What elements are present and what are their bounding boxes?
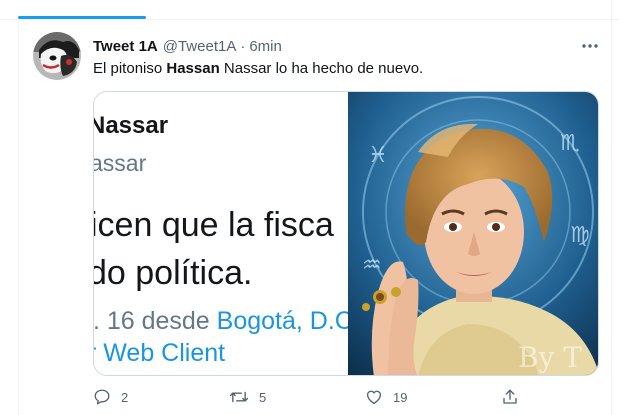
- tweet-text-start: El pitoniso: [93, 60, 167, 77]
- embedded-tweet-screenshot: Nassar assar icen que la fisca do políti…: [94, 92, 348, 375]
- svg-text:♓: ♓: [368, 143, 388, 168]
- author-handle[interactable]: @Tweet1A: [163, 38, 237, 55]
- media-image[interactable]: Nassar assar icen que la fisca do políti…: [93, 91, 599, 376]
- embedded-text-line-1: icen que la fisca: [94, 206, 334, 244]
- svg-text:♏: ♏: [560, 131, 580, 156]
- more-button[interactable]: [577, 36, 603, 56]
- embedded-location-link: Bogotá, D.C: [216, 307, 348, 335]
- reply-button[interactable]: 2: [93, 386, 128, 408]
- svg-text:♒: ♒: [362, 253, 382, 278]
- embedded-meta-prefix: r. 16 desde: [94, 307, 217, 335]
- share-button[interactable]: [501, 386, 519, 408]
- tweet-card[interactable]: Tweet 1A @Tweet1A · 6min El pitoniso Has…: [18, 20, 612, 415]
- reply-count: 2: [121, 389, 129, 405]
- watermark: By T: [518, 341, 582, 374]
- embedded-client: r Web Client: [94, 339, 226, 367]
- embedded-handle: assar: [94, 150, 147, 176]
- tweet-time[interactable]: 6min: [249, 38, 282, 55]
- embedded-name: Nassar: [94, 112, 169, 139]
- action-bar: 2 5 19: [93, 386, 599, 408]
- portrait-illustration: ♓ ♏ ♍ ♒ By T: [348, 92, 598, 375]
- active-tab-indicator: [18, 16, 146, 19]
- retweet-count: 5: [259, 389, 267, 405]
- avatar-image: [33, 32, 81, 80]
- embedded-text-line-2: do política.: [94, 254, 253, 292]
- avatar[interactable]: [33, 32, 81, 80]
- author-name[interactable]: Tweet 1A: [93, 38, 158, 55]
- top-tab-bar: [0, 0, 619, 20]
- retweet-button[interactable]: 5: [229, 386, 266, 408]
- like-count: 19: [393, 389, 408, 405]
- like-icon: [366, 390, 382, 405]
- divider: [611, 0, 612, 20]
- more-icon: [582, 44, 598, 48]
- portrait-photo: ♓ ♏ ♍ ♒ By T: [348, 92, 598, 375]
- tweet-text-bold: Hassan: [166, 60, 220, 77]
- tweet-text-end: Nassar lo ha hecho de nuevo.: [219, 60, 424, 77]
- retweet-icon: [229, 391, 249, 403]
- reply-icon: [94, 389, 110, 405]
- separator-dot: ·: [240, 37, 246, 55]
- like-button[interactable]: 19: [365, 386, 407, 408]
- share-icon: [503, 389, 517, 404]
- svg-text:♍: ♍: [570, 223, 590, 248]
- embedded-meta: r. 16 desde Bogotá, D.C: [94, 307, 348, 336]
- tweet-text: El pitoniso Hassan Nassar lo ha hecho de…: [93, 59, 423, 79]
- tweet-header: Tweet 1A @Tweet1A · 6min: [93, 36, 282, 56]
